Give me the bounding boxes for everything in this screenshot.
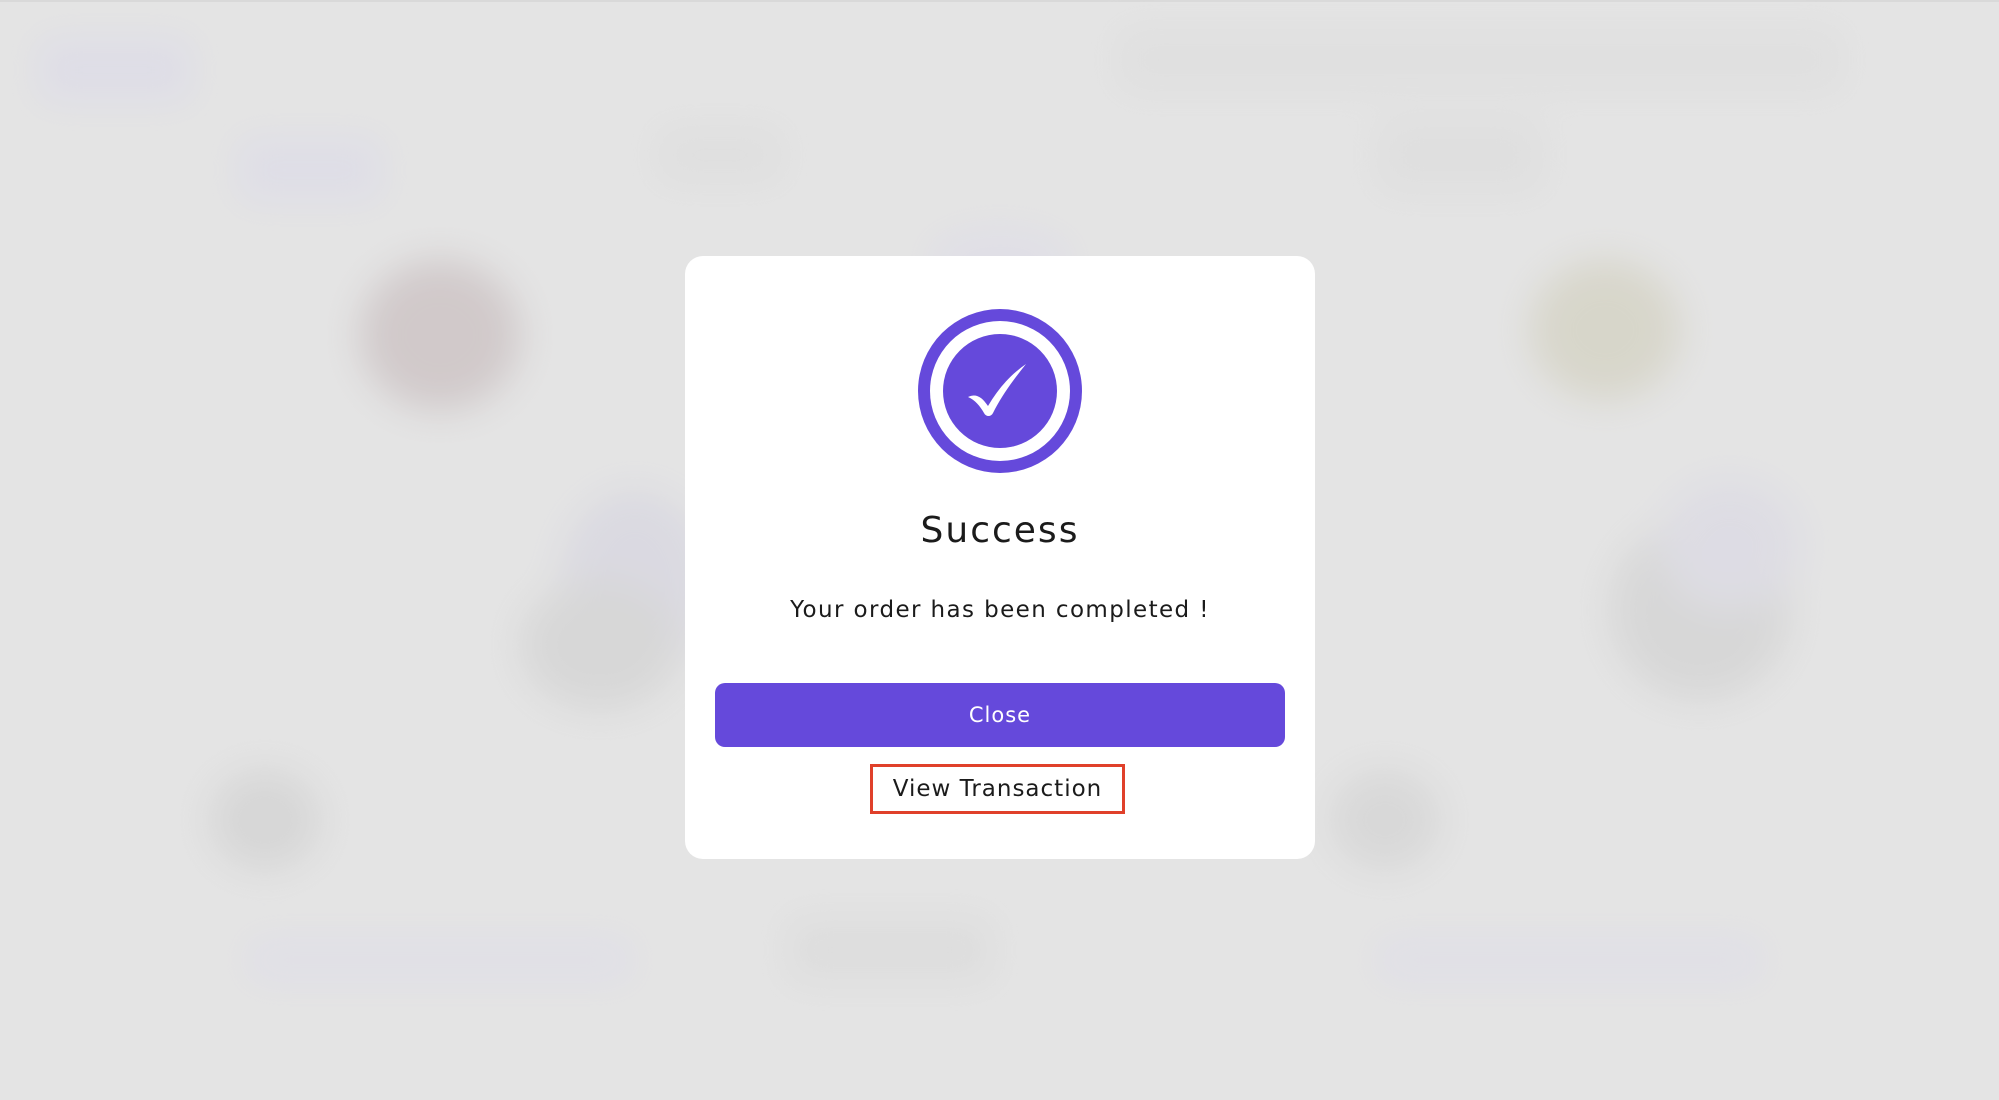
success-dialog: Success Your order has been completed ! … [685, 256, 1315, 859]
check-circle-icon [918, 309, 1082, 473]
close-button[interactable]: Close [715, 683, 1285, 747]
view-transaction-link[interactable]: View Transaction [870, 764, 1125, 814]
dialog-title: Success [920, 510, 1080, 551]
dialog-message: Your order has been completed ! [790, 597, 1210, 623]
view-transaction-label: View Transaction [892, 776, 1103, 802]
page: Success Your order has been completed ! … [0, 0, 1999, 1100]
